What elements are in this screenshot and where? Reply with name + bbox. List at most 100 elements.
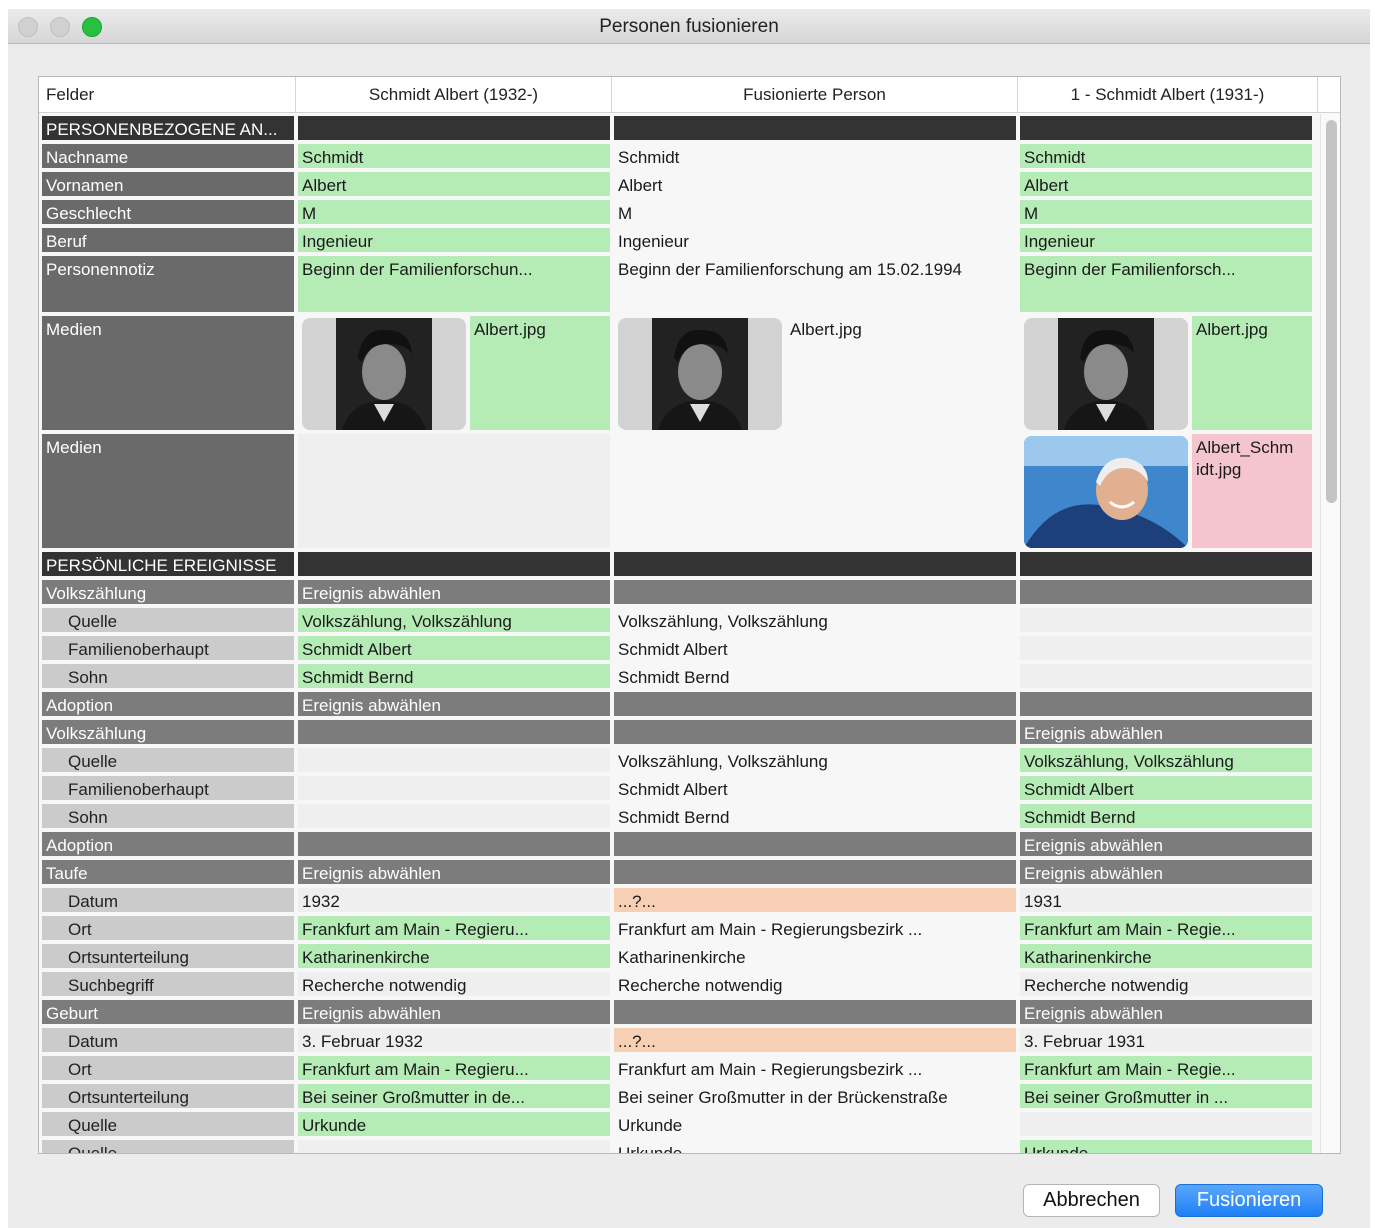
cell-b-geburt-datum[interactable]: 3. Februar 1931 xyxy=(1020,1028,1312,1052)
cell-a-census-1-son[interactable]: Schmidt Bernd xyxy=(298,664,610,688)
section-personal-a xyxy=(298,116,610,140)
cell-a-geburt-ortsunterteilung[interactable]: Bei seiner Großmutter in de... xyxy=(298,1084,610,1108)
section-personal-b xyxy=(1020,116,1312,140)
portrait-photo-b[interactable] xyxy=(1024,318,1188,430)
elderly-photo-b[interactable] xyxy=(1024,436,1188,548)
merge-table: Felder Schmidt Albert (1932-) Fusioniert… xyxy=(38,76,1341,1154)
cell-b-census-1-quelle xyxy=(1020,608,1312,632)
cell-a-taufe-suchbegriff[interactable]: Recherche notwendig xyxy=(298,972,610,996)
field-label-personennotiz: Personennotiz xyxy=(42,256,294,312)
cell-m-census-2-quelle: Volkszählung, Volkszählung xyxy=(618,752,828,771)
cell-a-geschlecht[interactable]: M xyxy=(298,200,610,224)
deselect-event-a-geburt[interactable]: Ereignis abwählen xyxy=(298,1000,610,1024)
field-label-geburt-ort: Ort xyxy=(42,1056,294,1080)
deselect-event-b-geburt[interactable]: Ereignis abwählen xyxy=(1020,1000,1312,1024)
event-label-adoption-1: Adoption xyxy=(42,692,294,716)
deselect-event-a-census-1[interactable]: Ereignis abwählen xyxy=(298,580,610,604)
cell-b-geburt-ort[interactable]: Frankfurt am Main - Regie... xyxy=(1020,1056,1312,1080)
event-b-census-1 xyxy=(1020,580,1312,604)
event-m-geburt xyxy=(614,1000,1016,1024)
section-personal-label: PERSONENBEZOGENE AN... xyxy=(42,116,294,140)
cell-b-geschlecht[interactable]: M xyxy=(1020,200,1312,224)
cell-m-medien-1: Albert.jpg xyxy=(790,320,862,339)
column-header-person-b[interactable]: 1 - Schmidt Albert (1931-) xyxy=(1018,77,1318,113)
cell-a-census-1-head[interactable]: Schmidt Albert xyxy=(298,636,610,660)
cell-m-geburt-datum[interactable]: ...?... xyxy=(614,1028,1016,1052)
cell-b-beruf[interactable]: Ingenieur xyxy=(1020,228,1312,252)
event-a-census-2 xyxy=(298,720,610,744)
section-events-b xyxy=(1020,552,1312,576)
field-label-census-2-son: Sohn xyxy=(42,804,294,828)
cell-m-census-2-head: Schmidt Albert xyxy=(618,780,728,799)
cell-b-taufe-ort[interactable]: Frankfurt am Main - Regie... xyxy=(1020,916,1312,940)
cell-b-taufe-ortsunterteilung[interactable]: Katharinenkirche xyxy=(1020,944,1312,968)
merge-button[interactable]: Fusionieren xyxy=(1175,1184,1323,1217)
cell-b-medien-2[interactable]: Albert_Schm idt.jpg xyxy=(1192,434,1312,548)
cell-b-geburt-quelle-2[interactable]: Urkunde xyxy=(1020,1140,1312,1153)
section-personal-m xyxy=(614,116,1016,140)
deselect-event-a-taufe[interactable]: Ereignis abwählen xyxy=(298,860,610,884)
cell-m-census-1-son: Schmidt Bernd xyxy=(618,668,730,687)
field-label-beruf: Beruf xyxy=(42,228,294,252)
cell-a-medien-1[interactable]: Albert.jpg xyxy=(470,316,610,430)
cell-a-medien-2 xyxy=(298,434,610,548)
cell-a-beruf[interactable]: Ingenieur xyxy=(298,228,610,252)
cell-b-taufe-datum[interactable]: 1931 xyxy=(1020,888,1312,912)
deselect-event-b-taufe[interactable]: Ereignis abwählen xyxy=(1020,860,1312,884)
deselect-event-b-census-2[interactable]: Ereignis abwählen xyxy=(1020,720,1312,744)
deselect-event-a-adoption-1[interactable]: Ereignis abwählen xyxy=(298,692,610,716)
cell-b-vornamen[interactable]: Albert xyxy=(1020,172,1312,196)
cell-b-census-2-quelle[interactable]: Volkszählung, Volkszählung xyxy=(1020,748,1312,772)
event-label-geburt: Geburt xyxy=(42,1000,294,1024)
cell-m-census-1-quelle: Volkszählung, Volkszählung xyxy=(618,612,828,631)
deselect-event-b-adoption-2[interactable]: Ereignis abwählen xyxy=(1020,832,1312,856)
event-label-census-2: Volkszählung xyxy=(42,720,294,744)
cell-b-census-1-head xyxy=(1020,636,1312,660)
cell-b-taufe-suchbegriff[interactable]: Recherche notwendig xyxy=(1020,972,1312,996)
column-header-fields[interactable]: Felder xyxy=(39,77,296,113)
cell-m-geburt-quelle-1: Urkunde xyxy=(618,1116,683,1135)
column-header-merged[interactable]: Fusionierte Person xyxy=(612,77,1018,113)
cell-b-medien-1[interactable]: Albert.jpg xyxy=(1192,316,1312,430)
cell-a-census-2-quelle xyxy=(298,748,610,772)
cell-b-census-2-son[interactable]: Schmidt Bernd xyxy=(1020,804,1312,828)
cell-a-census-1-quelle[interactable]: Volkszählung, Volkszählung xyxy=(298,608,610,632)
cell-a-taufe-datum[interactable]: 1932 xyxy=(298,888,610,912)
cell-b-nachname[interactable]: Schmidt xyxy=(1020,144,1312,168)
cell-b-personennotiz[interactable]: Beginn der Familienforsch... xyxy=(1020,256,1312,312)
cell-a-geburt-quelle-1[interactable]: Urkunde xyxy=(298,1112,610,1136)
cell-b-census-1-son xyxy=(1020,664,1312,688)
window-title: Personen fusionieren xyxy=(599,16,779,37)
cell-m-taufe-ort: Frankfurt am Main - Regierungsbezirk ... xyxy=(618,920,923,939)
event-m-census-1 xyxy=(614,580,1016,604)
cell-b-geburt-ortsunterteilung[interactable]: Bei seiner Großmutter in ... xyxy=(1020,1084,1312,1108)
cell-m-taufe-datum[interactable]: ...?... xyxy=(614,888,1016,912)
event-label-adoption-2: Adoption xyxy=(42,832,294,856)
cell-m-vornamen: Albert xyxy=(618,176,663,195)
field-label-geburt-ortsunterteilung: Ortsunterteilung xyxy=(42,1084,294,1108)
cell-a-personennotiz[interactable]: Beginn der Familienforschun... xyxy=(298,256,610,312)
field-label-census-1-son: Sohn xyxy=(42,664,294,688)
field-label-geburt-quelle-1: Quelle xyxy=(42,1112,294,1136)
cancel-button[interactable]: Abbrechen xyxy=(1023,1184,1160,1217)
cell-a-census-2-head xyxy=(298,776,610,800)
cell-a-nachname[interactable]: Schmidt xyxy=(298,144,610,168)
scrollbar-thumb[interactable] xyxy=(1326,120,1337,503)
cell-a-taufe-ort[interactable]: Frankfurt am Main - Regieru... xyxy=(298,916,610,940)
column-header-person-a[interactable]: Schmidt Albert (1932-) xyxy=(296,77,612,113)
cell-a-geburt-ort[interactable]: Frankfurt am Main - Regieru... xyxy=(298,1056,610,1080)
cell-m-taufe-suchbegriff: Recherche notwendig xyxy=(618,976,783,995)
cell-m-nachname: Schmidt xyxy=(618,148,680,167)
cell-a-vornamen[interactable]: Albert xyxy=(298,172,610,196)
field-label-geburt-quelle-2: Quelle xyxy=(42,1140,294,1153)
table-header: Felder Schmidt Albert (1932-) Fusioniert… xyxy=(39,77,1340,113)
cell-a-geburt-datum[interactable]: 3. Februar 1932 xyxy=(298,1028,610,1052)
cell-b-census-2-head[interactable]: Schmidt Albert xyxy=(1020,776,1312,800)
field-label-vornamen: Vornamen xyxy=(42,172,294,196)
vertical-scrollbar[interactable] xyxy=(1320,114,1340,1153)
cell-a-taufe-ortsunterteilung[interactable]: Katharinenkirche xyxy=(298,944,610,968)
cell-m-beruf: Ingenieur xyxy=(618,232,689,251)
field-label-medien-2: Medien xyxy=(42,434,294,548)
merge-window: Personen fusionieren Felder Schmidt Albe… xyxy=(8,9,1370,1228)
portrait-photo-a[interactable] xyxy=(302,318,466,430)
